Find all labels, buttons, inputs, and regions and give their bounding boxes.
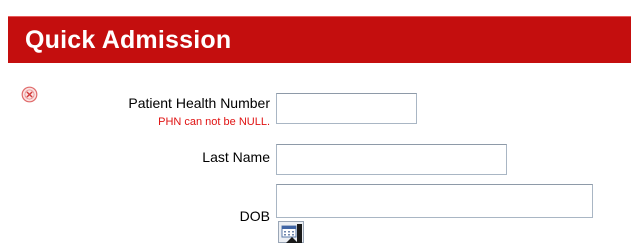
error-circle-icon xyxy=(21,86,38,103)
phn-input[interactable] xyxy=(276,93,417,124)
page-title: Quick Admission xyxy=(25,26,232,54)
last-name-label: Last Name xyxy=(202,149,270,165)
dob-label: DOB xyxy=(239,208,270,224)
calendar-icon[interactable] xyxy=(278,221,304,243)
page-header: Quick Admission xyxy=(8,16,631,63)
phn-label: Patient Health Number xyxy=(128,95,270,111)
last-name-input[interactable] xyxy=(276,144,507,175)
dob-input[interactable] xyxy=(276,184,593,218)
phn-error-message: PHN can not be NULL. xyxy=(158,116,270,128)
